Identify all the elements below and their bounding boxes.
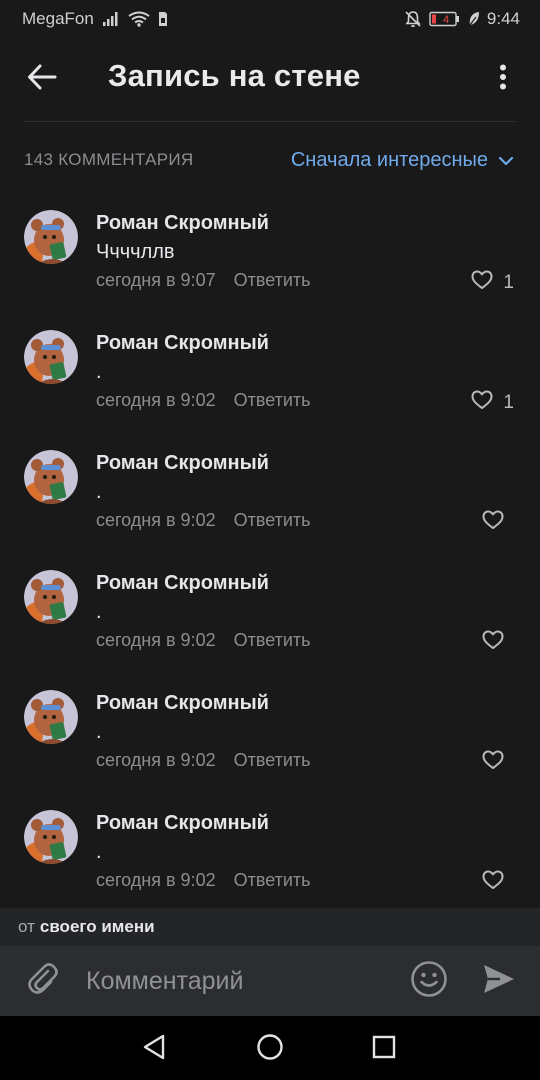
avatar[interactable] xyxy=(24,210,78,264)
avatar[interactable] xyxy=(24,570,78,624)
nav-recents-button[interactable] xyxy=(367,1032,401,1066)
status-right: 4 9:44 xyxy=(404,9,520,29)
comment-meta: сегодня в 9:02 Ответить xyxy=(96,870,311,891)
like-button[interactable]: 1 xyxy=(471,270,514,296)
comment-text: . xyxy=(96,361,102,383)
wifi-icon xyxy=(128,11,150,27)
notifications-off-icon xyxy=(404,10,422,28)
nav-home-button[interactable] xyxy=(253,1032,287,1066)
send-icon xyxy=(482,963,516,1000)
carrier-name: MegaFon xyxy=(22,9,94,28)
app-header: Запись на стене xyxy=(0,38,540,120)
comment-author[interactable]: Роман Скромный xyxy=(96,692,269,715)
sender-name: своего имени xyxy=(39,917,155,936)
cellular-signal-icon xyxy=(102,11,120,27)
comment-time: сегодня в 9:02 xyxy=(96,630,216,650)
comment-item: Роман Скромный Ччччллв сегодня в 9:07 От… xyxy=(0,200,540,320)
nav-back-button[interactable] xyxy=(137,1032,171,1066)
comment-text: . xyxy=(96,481,102,503)
smiley-icon xyxy=(410,960,448,1003)
chevron-down-icon xyxy=(498,149,514,172)
comment-time: сегодня в 9:02 xyxy=(96,750,216,770)
more-vertical-icon xyxy=(499,64,507,95)
attach-button[interactable] xyxy=(24,962,62,1000)
arrow-left-icon xyxy=(27,64,57,95)
like-button[interactable] xyxy=(482,510,514,536)
comment-item: Роман Скромный . сегодня в 9:02 Ответить xyxy=(0,680,540,800)
comment-time: сегодня в 9:02 xyxy=(96,870,216,890)
heart-icon xyxy=(482,510,504,536)
heart-icon xyxy=(482,870,504,896)
reply-button[interactable]: Ответить xyxy=(234,630,311,651)
comment-author[interactable]: Роман Скромный xyxy=(96,812,269,835)
comment-author[interactable]: Роман Скромный xyxy=(96,572,269,595)
page-title: Запись на стене xyxy=(108,58,361,93)
battery-level: 4 xyxy=(443,14,449,26)
triangle-back-icon xyxy=(141,1033,167,1066)
comment-meta: сегодня в 9:02 Ответить xyxy=(96,630,311,651)
like-count: 1 xyxy=(503,392,514,413)
avatar[interactable] xyxy=(24,330,78,384)
comment-item: Роман Скромный . сегодня в 9:02 Ответить xyxy=(0,440,540,560)
sort-dropdown[interactable]: Сначала интересные xyxy=(291,149,514,172)
reply-button[interactable]: Ответить xyxy=(234,270,311,291)
sender-prefix: от xyxy=(18,917,35,936)
sender-bar[interactable]: от своего имени xyxy=(0,908,540,946)
comment-item: Роман Скромный . сегодня в 9:02 Ответить xyxy=(0,800,540,920)
emoji-button[interactable] xyxy=(410,960,448,1003)
comments-count: 143 КОММЕНТАРИЯ xyxy=(24,150,194,169)
heart-icon xyxy=(482,630,504,656)
comment-text: . xyxy=(96,721,102,743)
comment-text: Ччччллв xyxy=(96,241,175,263)
comment-item: Роман Скромный . сегодня в 9:02 Ответить xyxy=(0,560,540,680)
status-left: MegaFon xyxy=(22,9,168,29)
heart-icon xyxy=(471,390,493,416)
back-button[interactable] xyxy=(22,62,62,96)
avatar[interactable] xyxy=(24,690,78,744)
comment-text: . xyxy=(96,841,102,863)
like-count: 1 xyxy=(503,272,514,293)
status-bar: MegaFon 4 9:44 xyxy=(0,0,540,38)
more-options-button[interactable] xyxy=(488,62,518,96)
reply-button[interactable]: Ответить xyxy=(234,390,311,411)
comment-text: . xyxy=(96,601,102,623)
comment-time: сегодня в 9:07 xyxy=(96,270,216,290)
comments-header: 143 КОММЕНТАРИЯ Сначала интересные xyxy=(0,140,540,180)
comment-input[interactable] xyxy=(86,960,386,1002)
header-divider xyxy=(24,121,516,122)
like-button[interactable]: 1 xyxy=(471,390,514,416)
sim-icon xyxy=(158,11,168,27)
circle-home-icon xyxy=(256,1033,284,1066)
heart-icon xyxy=(482,750,504,776)
comment-item: Роман Скромный . сегодня в 9:02 Ответить… xyxy=(0,320,540,440)
reply-button[interactable]: Ответить xyxy=(234,510,311,531)
paperclip-icon xyxy=(26,962,60,1001)
battery-saver-leaf-icon xyxy=(468,11,480,27)
comment-composer xyxy=(0,946,540,1016)
avatar[interactable] xyxy=(24,810,78,864)
avatar[interactable] xyxy=(24,450,78,504)
comment-author[interactable]: Роман Скромный xyxy=(96,452,269,475)
system-nav-bar xyxy=(0,1016,540,1080)
like-button[interactable] xyxy=(482,750,514,776)
reply-button[interactable]: Ответить xyxy=(234,750,311,771)
comment-time: сегодня в 9:02 xyxy=(96,390,216,410)
battery-icon: 4 xyxy=(429,11,461,27)
heart-icon xyxy=(471,270,493,296)
sort-label: Сначала интересные xyxy=(290,148,488,171)
comment-meta: сегодня в 9:02 Ответить xyxy=(96,390,311,411)
comment-author[interactable]: Роман Скромный xyxy=(96,332,269,355)
square-recents-icon xyxy=(371,1034,397,1065)
comment-meta: сегодня в 9:02 Ответить xyxy=(96,510,311,531)
like-button[interactable] xyxy=(482,870,514,896)
like-button[interactable] xyxy=(482,630,514,656)
comment-author[interactable]: Роман Скромный xyxy=(96,212,269,235)
clock: 9:44 xyxy=(486,9,520,28)
send-button[interactable] xyxy=(480,962,518,1000)
comment-meta: сегодня в 9:07 Ответить xyxy=(96,270,311,291)
comment-meta: сегодня в 9:02 Ответить xyxy=(96,750,311,771)
reply-button[interactable]: Ответить xyxy=(234,870,311,891)
comment-time: сегодня в 9:02 xyxy=(96,510,216,530)
